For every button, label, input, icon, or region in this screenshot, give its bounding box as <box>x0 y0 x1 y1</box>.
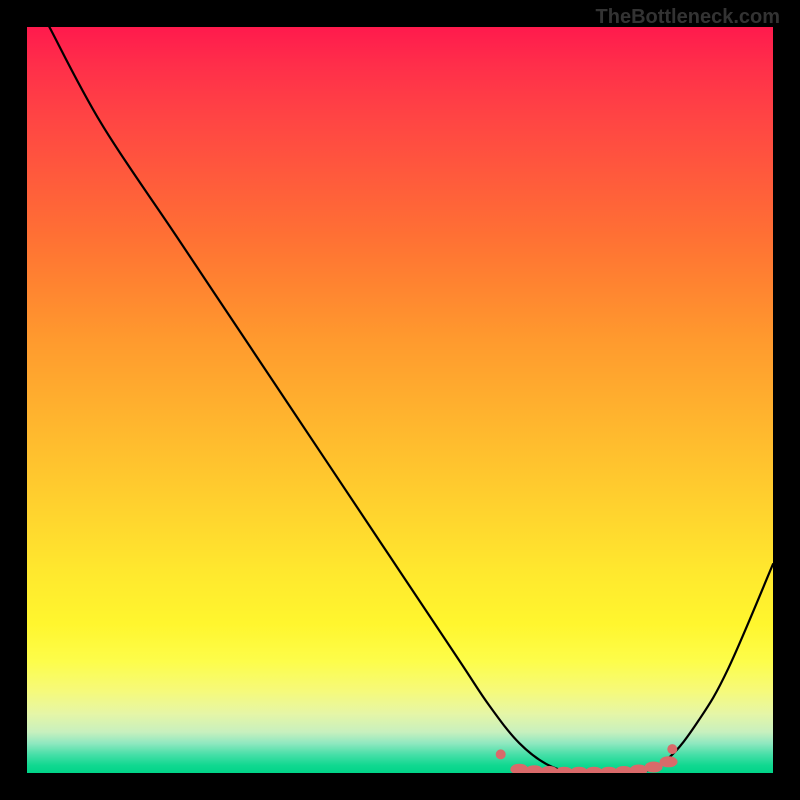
optimal-marker <box>660 756 678 767</box>
chart-svg <box>27 27 773 773</box>
watermark-text: TheBottleneck.com <box>596 6 780 29</box>
optimal-marker <box>496 749 506 759</box>
optimal-markers <box>496 744 678 773</box>
chart-container: TheBottleneck.com <box>0 0 800 800</box>
bottleneck-curve <box>49 27 773 773</box>
optimal-marker <box>667 744 677 754</box>
plot-area <box>27 27 773 773</box>
